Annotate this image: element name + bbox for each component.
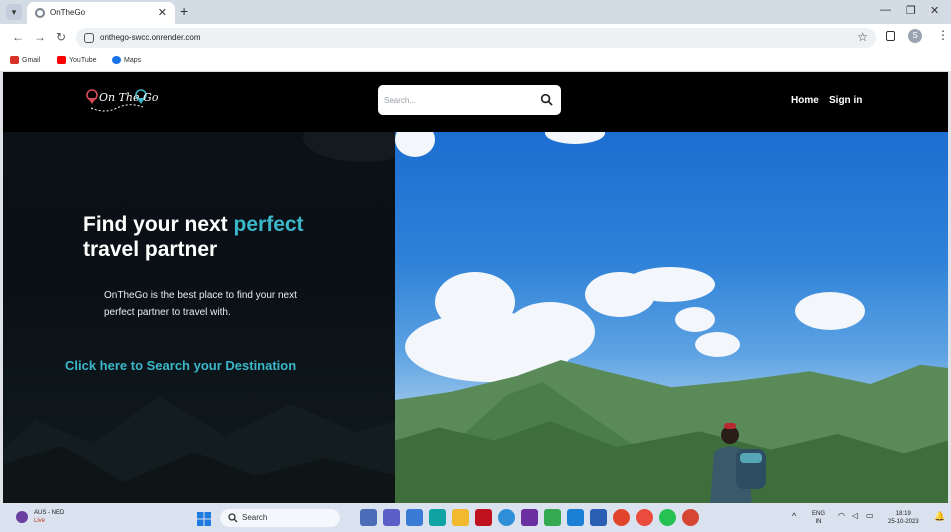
windows-start-icon[interactable]	[197, 512, 211, 526]
logo-text: On The Go	[99, 91, 159, 104]
bookmark-label: Maps	[124, 56, 142, 64]
taskbar-search[interactable]: Search	[220, 509, 340, 527]
headline-accent: perfect	[233, 213, 304, 236]
hiker-figure	[710, 423, 766, 503]
cloud-shape	[625, 267, 715, 302]
cloud-shape	[695, 332, 740, 357]
globe-icon	[35, 8, 45, 18]
bookmark-label: YouTube	[69, 56, 97, 64]
back-button[interactable]: ←	[12, 30, 24, 44]
url-text[interactable]: onthego-swcc.onrender.com	[100, 33, 201, 42]
maps-icon	[112, 56, 121, 64]
cloud-shape	[545, 132, 605, 144]
region-code: IN	[815, 519, 822, 525]
search-icon[interactable]	[540, 93, 553, 106]
profile-avatar[interactable]: S	[908, 29, 922, 43]
windows-taskbar: AUS - NED Live Search ^ ENG IN ◠ ◁ ▭ 18:…	[0, 504, 951, 532]
reload-button[interactable]: ↻	[56, 30, 66, 44]
clock-date: 25-10-2023	[888, 519, 919, 525]
forward-button[interactable]: →	[34, 30, 46, 44]
gmail-icon	[10, 56, 19, 64]
tab-search-button[interactable]: ▾	[6, 4, 22, 20]
language-code: ENG	[812, 511, 826, 517]
widget-title: AUS - NED	[34, 510, 65, 516]
web-page: On The Go Home Sign in Find your next pe…	[3, 72, 948, 503]
task-view-icon[interactable]	[360, 509, 377, 526]
browser-menu-icon[interactable]: ⋮	[937, 28, 949, 42]
browser-tabstrip: ▾ OnTheGo ✕ + — ❐ ✕	[0, 0, 951, 24]
taskbar-apps	[360, 509, 699, 526]
teams-icon[interactable]	[383, 509, 400, 526]
clock[interactable]: 18:19 25-10-2023	[888, 510, 919, 526]
office-icon[interactable]	[613, 509, 630, 526]
wifi-icon[interactable]: ◠	[838, 512, 845, 520]
nav-home-link[interactable]: Home	[791, 95, 819, 106]
vscode-icon[interactable]	[567, 509, 584, 526]
hero-image	[395, 132, 948, 503]
cloud-shape	[505, 302, 595, 362]
site-navbar: On The Go Home Sign in	[3, 72, 948, 132]
bookmark-youtube[interactable]: YouTube	[57, 56, 97, 64]
taskbar-search-label: Search	[242, 513, 268, 522]
close-tab-icon[interactable]: ✕	[158, 6, 167, 19]
help-icon[interactable]	[498, 509, 515, 526]
clock-time: 18:19	[895, 511, 911, 517]
chevron-up-icon[interactable]: ^	[792, 512, 796, 521]
chrome-active-icon[interactable]	[682, 509, 699, 526]
battery-icon[interactable]: ▭	[866, 512, 874, 520]
address-bar[interactable]: onthego-swcc.onrender.com ☆	[76, 28, 876, 48]
bookmark-gmail[interactable]: Gmail	[10, 56, 40, 64]
hero-headline: Find your next perfect travel partner	[83, 212, 363, 262]
site-search-box	[378, 85, 561, 115]
edge-icon[interactable]	[429, 509, 446, 526]
site-logo[interactable]: On The Go	[85, 88, 158, 116]
youtube-icon	[57, 56, 66, 64]
volume-icon[interactable]: ◁	[852, 512, 858, 520]
browser-tab[interactable]: OnTheGo ✕	[27, 2, 175, 24]
bookmark-maps[interactable]: Maps	[112, 56, 141, 64]
close-window-button[interactable]: ✕	[930, 4, 939, 17]
language-indicator[interactable]: ENG IN	[812, 510, 825, 526]
bookmark-star-icon[interactable]: ☆	[857, 30, 868, 44]
new-tab-button[interactable]: +	[180, 3, 188, 19]
restore-button[interactable]: ❐	[906, 4, 916, 17]
headline-part2: travel partner	[83, 238, 218, 261]
onenote-icon[interactable]	[521, 509, 538, 526]
tab-title: OnTheGo	[50, 8, 86, 17]
weather-widget[interactable]: AUS - NED Live	[16, 509, 64, 525]
side-panel-icon[interactable]	[886, 31, 895, 41]
whatsapp-icon[interactable]	[659, 509, 676, 526]
background-cloud	[303, 132, 395, 162]
search-destination-link[interactable]: Click here to Search your Destination	[65, 358, 296, 373]
cloud-shape	[675, 307, 715, 332]
search-input[interactable]	[384, 92, 534, 108]
notification-bell-icon[interactable]: 🔔	[934, 512, 945, 521]
cloud-shape	[795, 292, 865, 330]
cloud-shape	[435, 272, 515, 332]
bookmark-label: Gmail	[22, 56, 41, 64]
nav-signin-link[interactable]: Sign in	[829, 95, 862, 106]
cloud-shape	[395, 132, 435, 157]
browser-toolbar: ← → ↻ onthego-swcc.onrender.com ☆ S ⋮	[0, 24, 951, 52]
widget-status: Live	[34, 518, 46, 524]
word-icon[interactable]	[590, 509, 607, 526]
chrome-icon[interactable]	[636, 509, 653, 526]
bookmarks-bar: Gmail YouTube Maps	[0, 52, 951, 72]
app-icon[interactable]	[544, 509, 561, 526]
minimize-button[interactable]: —	[880, 4, 891, 16]
search-icon	[228, 513, 238, 523]
file-explorer-icon[interactable]	[452, 509, 469, 526]
store-icon[interactable]	[406, 509, 423, 526]
hero-description: OnTheGo is the best place to find your n…	[104, 290, 297, 318]
headline-part1: Find your next	[83, 213, 234, 236]
site-info-icon[interactable]	[84, 33, 94, 43]
hero-text-panel: Find your next perfect travel partner On…	[3, 132, 395, 503]
netflix-icon[interactable]	[475, 509, 492, 526]
cricket-icon	[16, 511, 28, 523]
